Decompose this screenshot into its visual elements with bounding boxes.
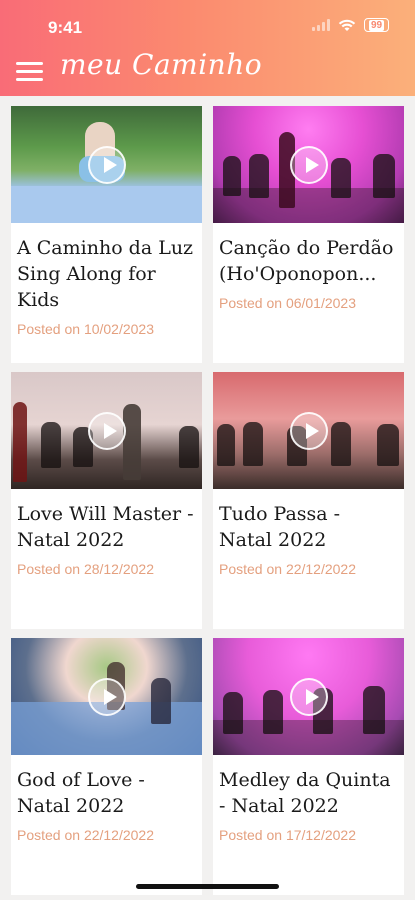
video-card[interactable]: Love Will Master - Natal 2022 Posted on …	[11, 372, 202, 629]
video-thumbnail[interactable]	[213, 638, 404, 755]
battery-level: 99	[368, 19, 385, 31]
musician-figure	[179, 426, 199, 468]
video-thumbnail[interactable]	[213, 106, 404, 223]
play-icon[interactable]	[289, 677, 328, 716]
singer-figure	[123, 404, 141, 480]
wifi-icon	[338, 19, 356, 31]
video-card[interactable]: God of Love - Natal 2022 Posted on 22/12…	[11, 638, 202, 895]
play-icon[interactable]	[87, 677, 126, 716]
menu-icon-line	[16, 70, 43, 73]
video-card[interactable]: Canção do Perdão (Ho'Oponopon... Posted …	[213, 106, 404, 363]
video-card[interactable]: A Caminho da Luz Sing Along for Kids Pos…	[11, 106, 202, 363]
video-thumbnail[interactable]	[11, 372, 202, 489]
musician-figure	[263, 690, 283, 734]
blanket	[11, 185, 202, 223]
video-title[interactable]: Tudo Passa - Natal 2022	[219, 501, 398, 553]
video-date: Posted on 17/12/2022	[219, 827, 357, 843]
musician-figure	[249, 154, 269, 198]
video-title[interactable]: Love Will Master - Natal 2022	[17, 501, 196, 553]
video-title[interactable]: God of Love - Natal 2022	[17, 767, 196, 819]
status-time: 9:41	[48, 18, 83, 37]
video-date: Posted on 28/12/2022	[17, 561, 155, 577]
video-title[interactable]: Medley da Quinta - Natal 2022	[219, 767, 398, 819]
musician-figure	[223, 156, 241, 196]
video-thumbnail[interactable]	[11, 106, 202, 223]
home-indicator[interactable]	[136, 884, 279, 889]
app-header: 9:41 99 meu Caminho	[0, 0, 415, 96]
signal-icon	[312, 19, 330, 31]
play-icon[interactable]	[87, 145, 126, 184]
musician-figure	[331, 158, 351, 198]
video-grid: A Caminho da Luz Sing Along for Kids Pos…	[0, 96, 415, 900]
musician-figure	[217, 424, 235, 466]
video-card[interactable]: Tudo Passa - Natal 2022 Posted on 22/12/…	[213, 372, 404, 629]
video-date: Posted on 06/01/2023	[219, 295, 357, 311]
musician-figure	[223, 692, 243, 734]
status-icons: 99	[312, 18, 389, 32]
musician-figure	[373, 154, 395, 198]
menu-icon-line	[16, 78, 43, 81]
video-date: Posted on 22/12/2022	[17, 827, 155, 843]
video-title[interactable]: Canção do Perdão (Ho'Oponopon...	[219, 235, 398, 287]
video-date: Posted on 22/12/2022	[219, 561, 357, 577]
app-title: meu Caminho	[60, 48, 263, 81]
musician-figure	[363, 686, 385, 734]
musician-figure	[331, 422, 351, 466]
musician-figure	[243, 422, 263, 466]
play-icon[interactable]	[289, 411, 328, 450]
video-card[interactable]: Medley da Quinta - Natal 2022 Posted on …	[213, 638, 404, 895]
play-icon[interactable]	[289, 145, 328, 184]
video-title[interactable]: A Caminho da Luz Sing Along for Kids	[17, 235, 196, 313]
menu-button[interactable]	[16, 62, 43, 82]
musician-figure	[151, 678, 171, 724]
video-thumbnail[interactable]	[213, 372, 404, 489]
musician-figure	[13, 402, 27, 482]
menu-icon	[16, 62, 43, 65]
video-thumbnail[interactable]	[11, 638, 202, 755]
video-date: Posted on 10/02/2023	[17, 321, 155, 337]
musician-figure	[377, 424, 399, 466]
musician-figure	[41, 422, 61, 468]
battery-icon: 99	[364, 18, 389, 32]
play-icon[interactable]	[87, 411, 126, 450]
